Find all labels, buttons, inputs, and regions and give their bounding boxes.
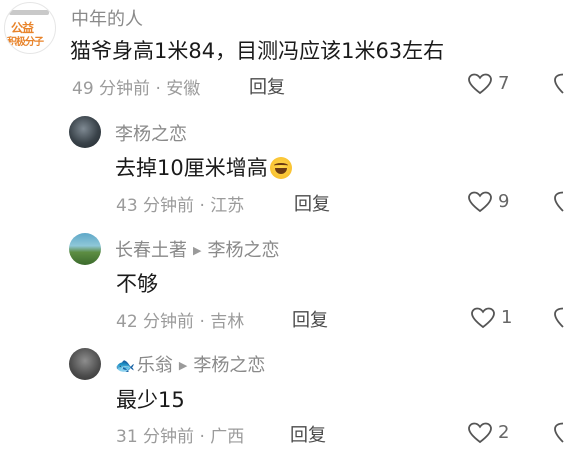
broken-heart-icon (554, 307, 564, 328)
comment-text: 最少15 (116, 388, 185, 412)
avatar[interactable]: 公益 积极分子 (4, 2, 56, 54)
fish-icon: 🐟 (115, 356, 135, 375)
like-count: 9 (498, 191, 510, 212)
triangle-right-icon: ▶ (193, 244, 202, 257)
dislike-button[interactable] (549, 190, 564, 214)
like-button[interactable]: 9 (467, 190, 547, 214)
heart-outline-icon (468, 422, 492, 444)
avatar[interactable] (69, 233, 101, 265)
username[interactable]: 李杨之恋 (115, 120, 187, 146)
triangle-right-icon: ▶ (178, 359, 188, 372)
reply-button[interactable]: 回复 (292, 306, 328, 332)
reply-button[interactable]: 回复 (290, 421, 326, 447)
avatar[interactable] (69, 348, 101, 380)
like-count: 2 (498, 422, 510, 443)
comment-meta: 43 分钟前 · 江苏 (116, 196, 245, 216)
dislike-button[interactable] (549, 72, 564, 96)
like-count: 7 (498, 73, 510, 94)
username[interactable]: 乐翁 (137, 355, 173, 376)
comment-text: 猫爷身高1米84，目测冯应该1米63左右 (70, 39, 445, 63)
badge-text: 积极分子 (7, 37, 44, 48)
like-button[interactable]: 7 (467, 72, 547, 96)
reply-button[interactable]: 回复 (294, 190, 330, 216)
comment-text: 去掉10厘米增高 (115, 152, 292, 182)
reply-button[interactable]: 回复 (249, 73, 285, 99)
username-line: 🐟 乐翁 ▶ 李杨之恋 (115, 351, 265, 377)
heart-outline-icon (468, 73, 492, 95)
username[interactable]: 中年的人 (71, 5, 143, 31)
comment-meta: 42 分钟前 · 吉林 (116, 312, 245, 332)
username[interactable]: 长春土著 (115, 240, 187, 261)
like-button[interactable]: 1 (470, 306, 550, 330)
heart-outline-icon (471, 307, 495, 329)
laughing-emoji (269, 157, 292, 179)
like-button[interactable]: 2 (467, 421, 547, 445)
dislike-button[interactable] (549, 421, 564, 445)
broken-heart-icon (554, 191, 564, 212)
username-line: 长春土著 ▶ 李杨之恋 (115, 236, 279, 262)
comment-meta: 31 分钟前 · 广西 (116, 427, 245, 447)
like-count: 1 (501, 307, 513, 328)
heart-outline-icon (468, 191, 492, 213)
comment-meta: 49 分钟前 · 安徽 (72, 79, 201, 99)
reply-to-username[interactable]: 李杨之恋 (207, 240, 279, 261)
dislike-button[interactable] (549, 306, 564, 330)
broken-heart-icon (554, 73, 564, 94)
reply-to-username[interactable]: 李杨之恋 (193, 355, 265, 376)
avatar[interactable] (69, 116, 101, 148)
comment-text-value: 去掉10厘米增高 (115, 156, 268, 180)
comment-text: 不够 (116, 272, 158, 296)
broken-heart-icon (554, 422, 564, 443)
badge-banner (9, 10, 49, 15)
